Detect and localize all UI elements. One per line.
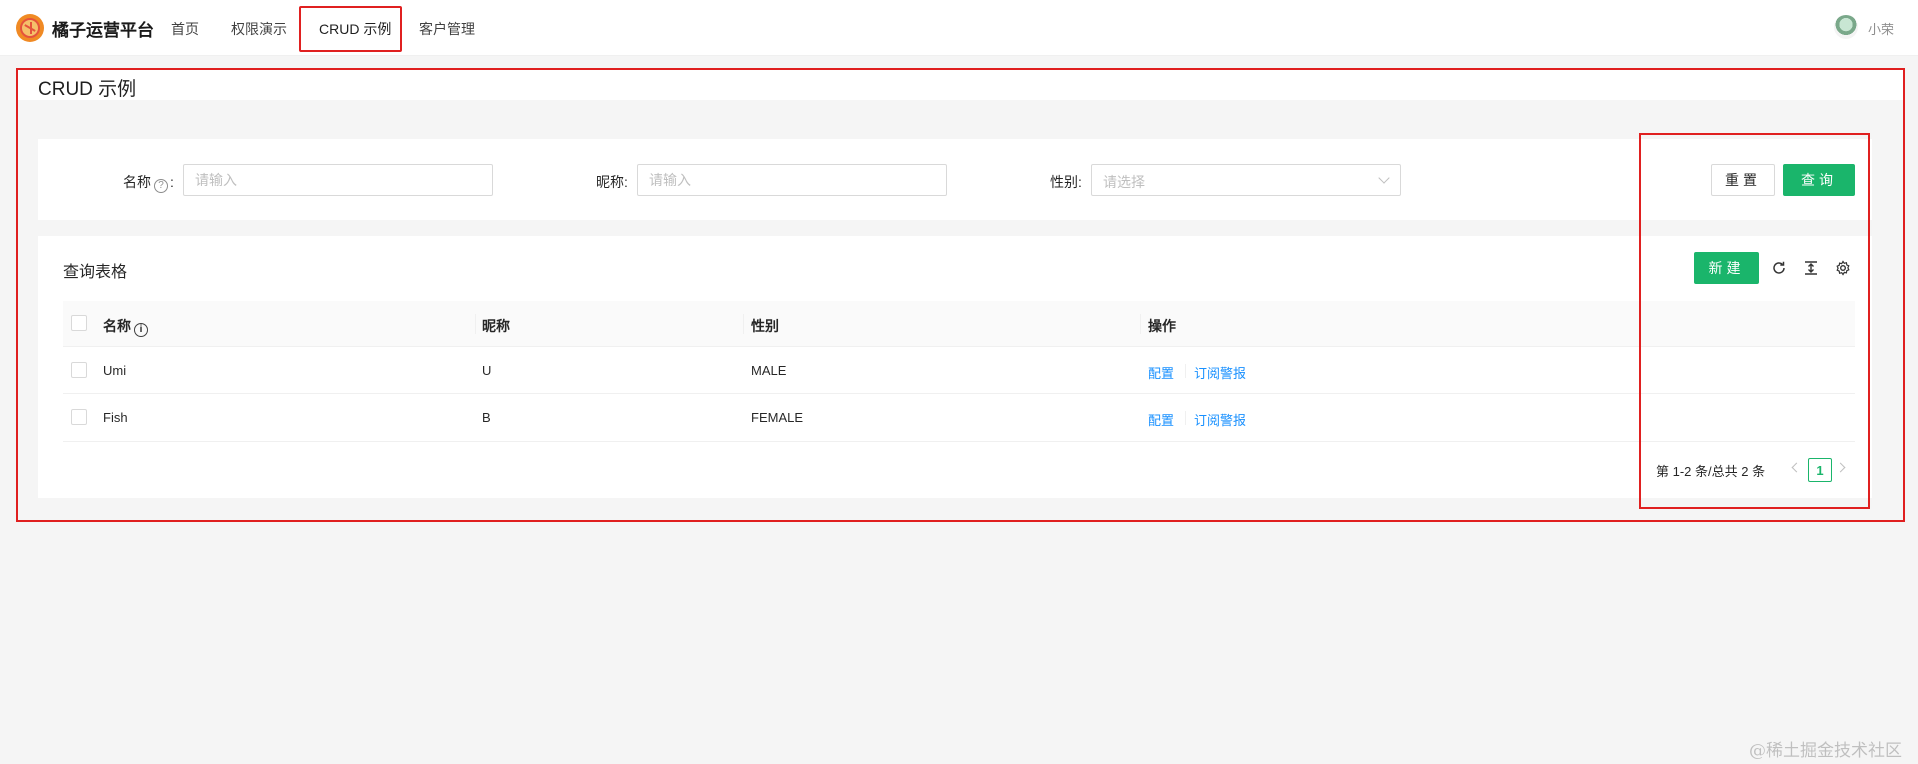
- actions-highlight-box: [1639, 133, 1870, 509]
- nav-item-home[interactable]: 首页: [171, 19, 199, 39]
- nav-highlight-box: [299, 6, 402, 52]
- watermark: @稀土掘金技术社区: [1749, 741, 1902, 761]
- nav-item-access[interactable]: 权限演示: [231, 19, 287, 39]
- username[interactable]: 小荣: [1868, 19, 1894, 38]
- content-highlight-box: [16, 68, 1905, 522]
- app-title[interactable]: 橘子运营平台: [52, 16, 154, 41]
- nav-item-customers[interactable]: 客户管理: [419, 19, 475, 39]
- orange-logo-icon[interactable]: [16, 14, 44, 42]
- avatar[interactable]: [1834, 15, 1858, 39]
- top-nav-bar: [0, 0, 1918, 56]
